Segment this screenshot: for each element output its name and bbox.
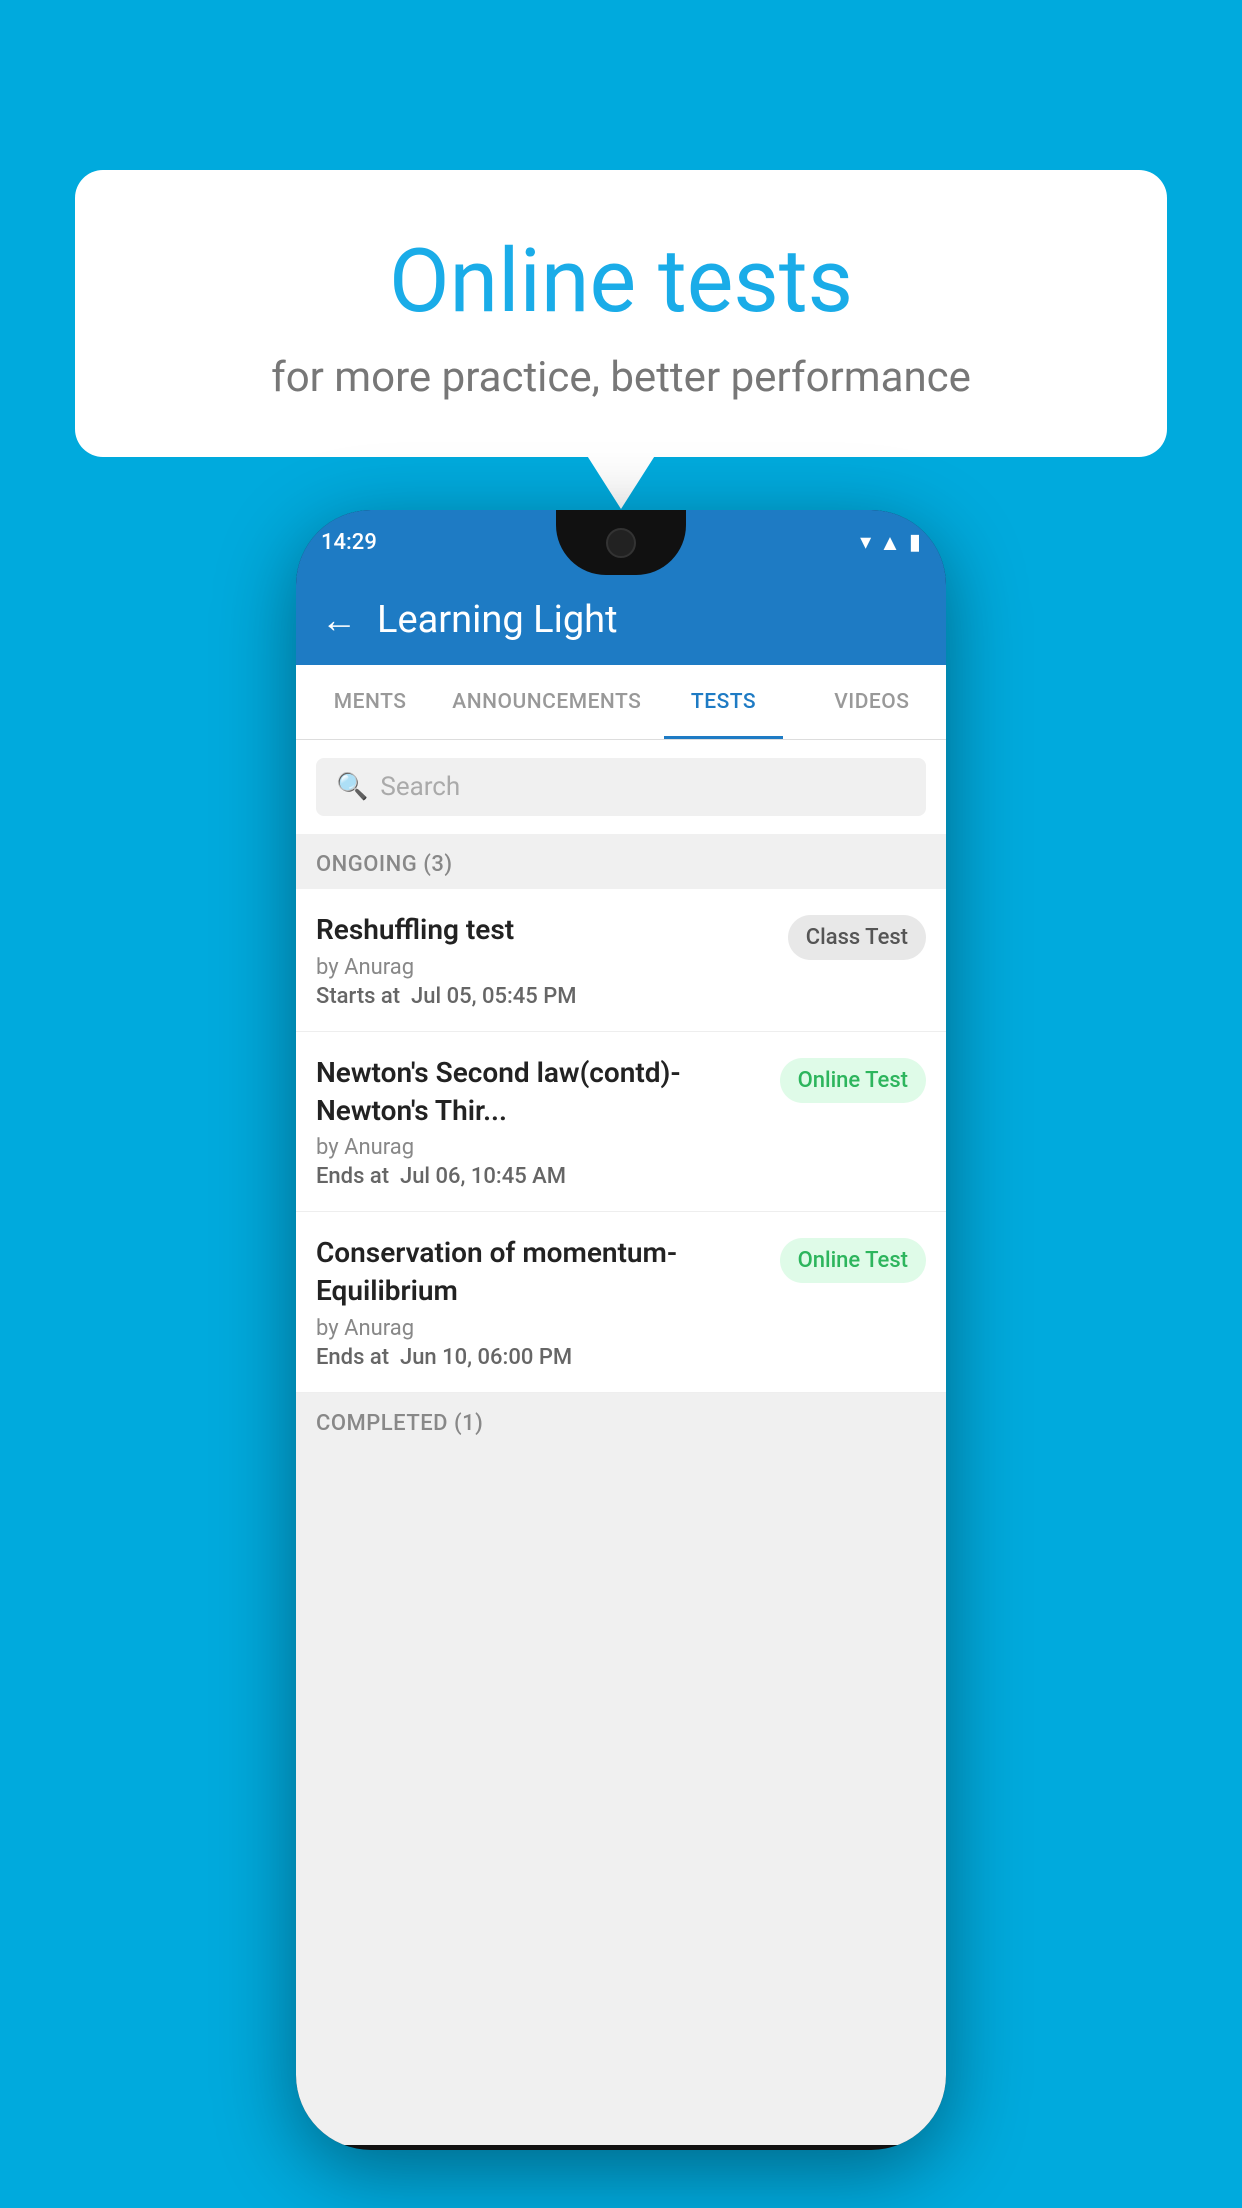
search-bar[interactable]: 🔍 Search (316, 758, 926, 816)
test-info-3: Conservation of momentum-Equilibrium by … (316, 1234, 765, 1370)
badge-class-test-1: Class Test (788, 915, 926, 960)
test-time-2: Ends at Jul 06, 10:45 AM (316, 1164, 765, 1189)
tab-videos[interactable]: VIDEOS (798, 665, 946, 739)
search-bar-container: 🔍 Search (296, 740, 946, 834)
tab-tests[interactable]: TESTS (649, 665, 797, 739)
tab-ments[interactable]: MENTS (296, 665, 444, 739)
test-name-2: Newton's Second law(contd)-Newton's Thir… (316, 1054, 765, 1130)
phone: 14:29 ▾ ▲ ▮ ← Learning Light MENTS ANNOU… (296, 510, 946, 2150)
search-icon: 🔍 (336, 772, 368, 802)
test-by-3: by Anurag (316, 1316, 765, 1341)
app-bar: ← Learning Light (296, 575, 946, 665)
tabs: MENTS ANNOUNCEMENTS TESTS VIDEOS (296, 665, 946, 740)
wifi-icon: ▾ (860, 530, 871, 555)
test-time-1: Starts at Jul 05, 05:45 PM (316, 984, 773, 1009)
status-icons: ▾ ▲ ▮ (860, 530, 921, 556)
speech-bubble-subtitle: for more practice, better performance (125, 353, 1117, 402)
badge-online-test-2: Online Test (780, 1058, 926, 1103)
speech-bubble: Online tests for more practice, better p… (75, 170, 1167, 457)
tab-announcements[interactable]: ANNOUNCEMENTS (444, 665, 649, 739)
search-placeholder: Search (380, 772, 460, 802)
test-name-1: Reshuffling test (316, 911, 773, 949)
test-info-2: Newton's Second law(contd)-Newton's Thir… (316, 1054, 765, 1190)
test-by-1: by Anurag (316, 955, 773, 980)
test-info-1: Reshuffling test by Anurag Starts at Jul… (316, 911, 773, 1009)
test-name-3: Conservation of momentum-Equilibrium (316, 1234, 765, 1310)
status-bar: 14:29 ▾ ▲ ▮ (296, 510, 946, 575)
battery-icon: ▮ (909, 530, 921, 555)
test-item-2[interactable]: Newton's Second law(contd)-Newton's Thir… (296, 1032, 946, 1213)
completed-section-header: COMPLETED (1) (296, 1393, 946, 1448)
speech-bubble-title: Online tests (125, 230, 1117, 333)
test-item-3[interactable]: Conservation of momentum-Equilibrium by … (296, 1212, 946, 1393)
screen-content: 🔍 Search ONGOING (3) Reshuffling test by… (296, 740, 946, 2145)
badge-online-test-3: Online Test (780, 1238, 926, 1283)
app-bar-title: Learning Light (377, 598, 618, 642)
test-by-2: by Anurag (316, 1135, 765, 1160)
test-time-3: Ends at Jun 10, 06:00 PM (316, 1345, 765, 1370)
status-time: 14:29 (321, 530, 377, 555)
test-list: Reshuffling test by Anurag Starts at Jul… (296, 889, 946, 1393)
ongoing-section-header: ONGOING (3) (296, 834, 946, 889)
back-button[interactable]: ← (321, 599, 357, 641)
test-item[interactable]: Reshuffling test by Anurag Starts at Jul… (296, 889, 946, 1032)
signal-icon: ▲ (879, 530, 901, 556)
camera-notch (606, 528, 636, 558)
